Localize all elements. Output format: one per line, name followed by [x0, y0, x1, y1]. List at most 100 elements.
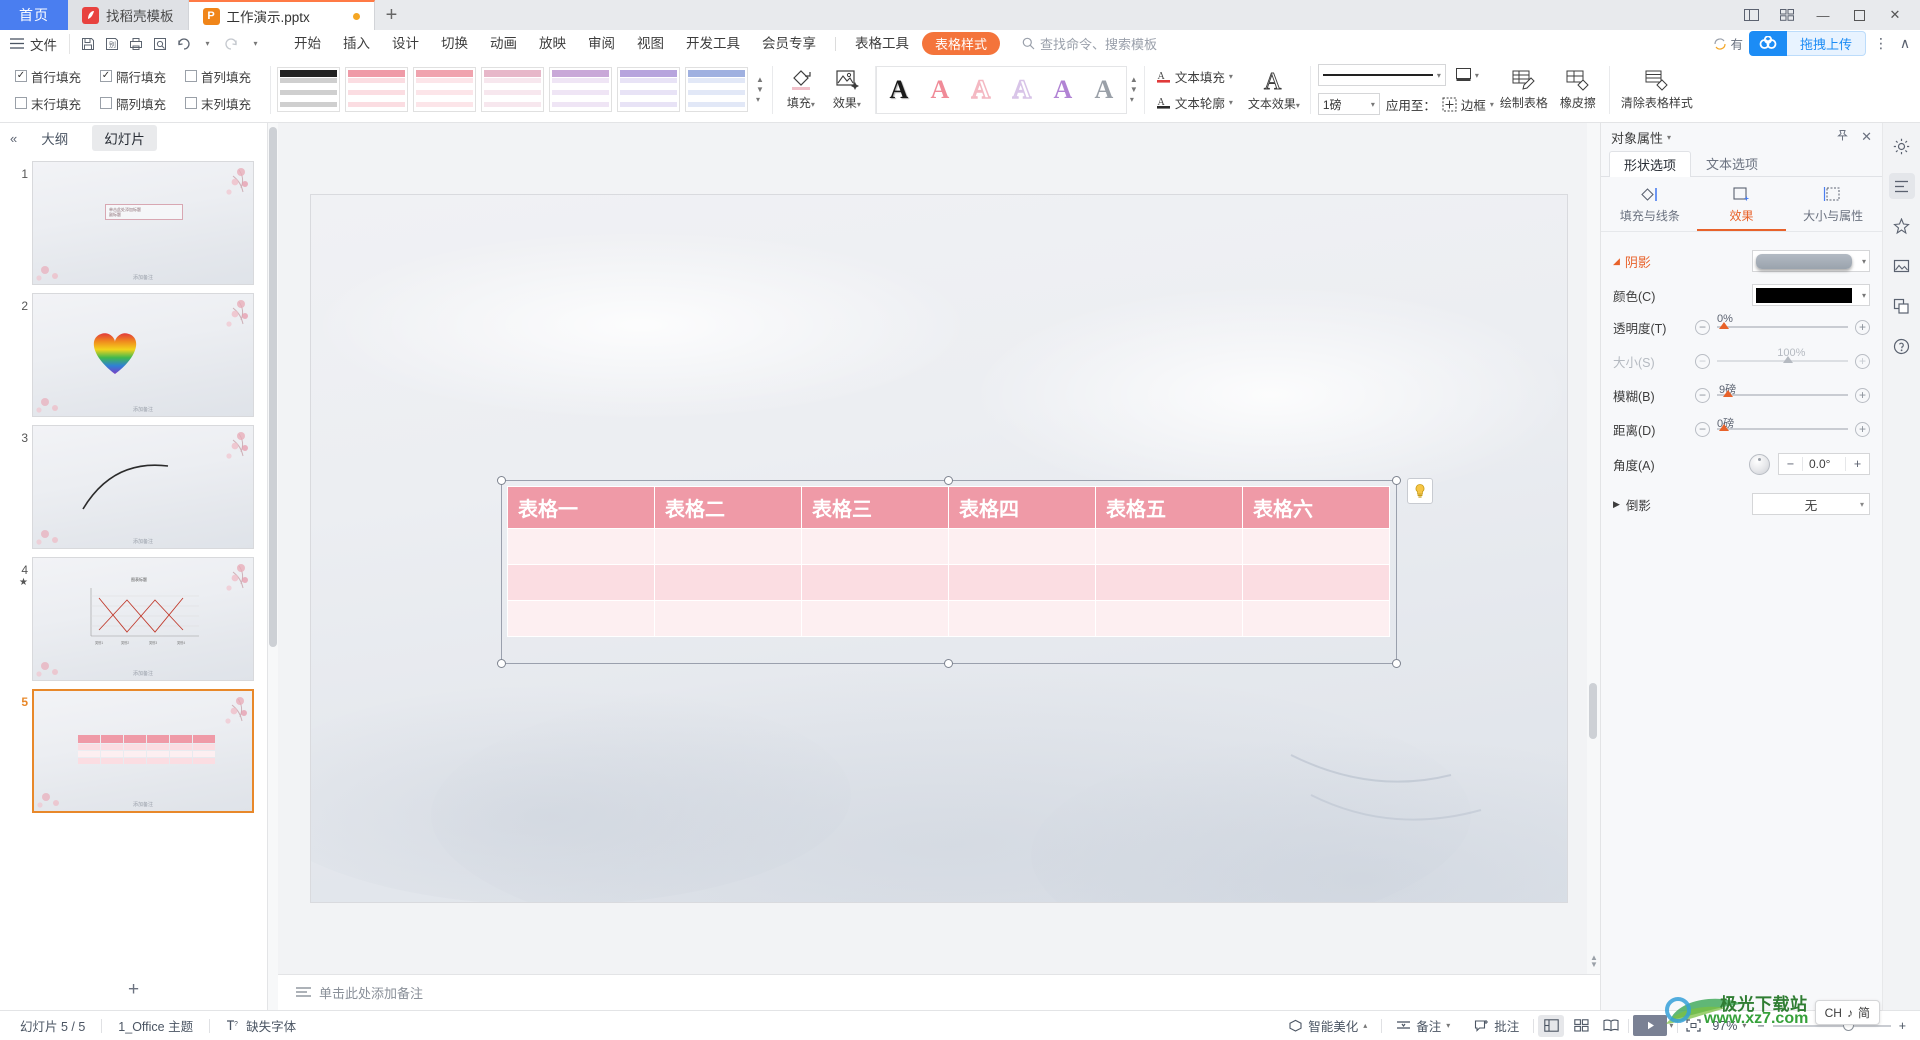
table-header-cell-6[interactable]: 表格六 [1242, 486, 1390, 529]
current-slide[interactable]: 表格一 表格二 表格三 表格四 表格五 表格六 [311, 195, 1567, 902]
table-cell[interactable] [801, 600, 949, 637]
table-header-cell-5[interactable]: 表格五 [1095, 486, 1243, 529]
eraser-button[interactable]: 橡皮擦 [1554, 69, 1602, 111]
drag-upload-button[interactable]: 拖拽上传 [1786, 31, 1866, 56]
shadow-section-title[interactable]: ◢ 阴影 [1613, 252, 1695, 271]
shadow-distance-slider[interactable]: − 0磅 + [1695, 418, 1870, 437]
home-tab[interactable]: 首页 [0, 0, 68, 30]
tab-animation[interactable]: 动画 [479, 30, 528, 57]
slider-track[interactable]: 0磅 [1717, 418, 1848, 431]
tab-developer[interactable]: 开发工具 [675, 30, 751, 57]
save-as-icon[interactable]: 别 [100, 33, 123, 54]
tab-docer-template[interactable]: 找稻壳模板 [68, 0, 189, 30]
missing-font-status[interactable]: ? 缺失字体 [216, 1016, 306, 1035]
table-row[interactable] [507, 600, 1390, 637]
table-cell[interactable] [948, 600, 1096, 637]
notes-button[interactable]: 备注 ▾ [1386, 1016, 1460, 1035]
table-row[interactable] [507, 564, 1390, 601]
checkbox-last-column-fill[interactable]: 末列填充 [185, 94, 263, 113]
checkbox-first-column-fill[interactable]: 首列填充 [185, 67, 263, 86]
slider-thumb[interactable] [1719, 424, 1729, 431]
smart-beautify-button[interactable]: 智能美化 ▴ [1278, 1016, 1377, 1035]
table-header-row[interactable]: 表格一 表格二 表格三 表格四 表格五 表格六 [507, 486, 1390, 529]
wordart-style-3[interactable]: A [961, 70, 1001, 110]
angle-decrease-button[interactable]: − [1779, 457, 1803, 471]
notes-pane[interactable]: 单击此处添加备注 [278, 974, 1600, 1010]
theme-name[interactable]: 1_Office 主题 [108, 1016, 203, 1035]
table-style-5[interactable] [549, 67, 612, 112]
table-style-2[interactable] [345, 67, 408, 112]
increase-icon[interactable]: + [1855, 421, 1870, 437]
zoom-level[interactable]: 97% ▾ [1709, 1019, 1749, 1033]
table-cell[interactable] [507, 564, 655, 601]
table-cell[interactable] [1095, 528, 1243, 565]
section-effects[interactable]: 效果 [1696, 185, 1787, 231]
slide-thumbnail-2[interactable]: 2 添加备注 [0, 289, 267, 421]
play-icon[interactable] [1633, 1015, 1668, 1036]
slide-thumbnail-image[interactable]: 添加备注 [32, 293, 254, 417]
table-header-cell-2[interactable]: 表格二 [654, 486, 802, 529]
undo-icon[interactable] [172, 33, 195, 54]
undo-dropdown-icon[interactable]: ▾ [196, 33, 219, 54]
checkbox-first-row-fill[interactable]: ✓ 首行填充 [15, 67, 93, 86]
print-icon[interactable] [124, 33, 147, 54]
tab-insert[interactable]: 插入 [332, 30, 381, 57]
table-header-cell-3[interactable]: 表格三 [801, 486, 949, 529]
wordart-style-6[interactable]: A [1084, 70, 1124, 110]
slide-list[interactable]: 1 单击此处添加标题 副标题 添加备注 2 添加备注 3 添加备注 4 ★ 图表标题 类别1 类别2 类别… [0, 153, 267, 970]
angle-knob[interactable] [1749, 453, 1770, 475]
slide-thumbnail-image[interactable]: 单击此处添加标题 副标题 添加备注 [32, 161, 254, 285]
animation-rail-icon[interactable] [1889, 213, 1915, 239]
tab-table-style[interactable]: 表格样式 [922, 32, 1001, 55]
slide-thumbnail-image[interactable]: 添加备注 [32, 425, 254, 549]
border-dropdown[interactable]: 边框 ▾ [1442, 95, 1494, 114]
table-style-1[interactable] [277, 67, 340, 112]
new-tab-button[interactable]: + [375, 0, 409, 30]
tab-design[interactable]: 设计 [381, 30, 430, 57]
tab-table-tools[interactable]: 表格工具 [844, 30, 920, 57]
wordart-style-4[interactable]: A [1002, 70, 1042, 110]
table-cell[interactable] [1242, 600, 1390, 637]
gallery-more-icon[interactable]: ▾ [756, 96, 764, 104]
print-preview-icon[interactable] [148, 33, 171, 54]
slide-thumbnail-4[interactable]: 4 ★ 图表标题 类别1 类别2 类别3 类别4 添加备注 [0, 553, 267, 685]
text-outline-button[interactable]: A 文本轮廓 ▾ [1156, 93, 1233, 112]
file-menu[interactable]: 文件 [28, 34, 65, 54]
minimize-button[interactable]: — [1806, 1, 1840, 29]
slider-thumb[interactable] [1723, 390, 1733, 397]
tab-slides[interactable]: 幻灯片 [92, 125, 157, 151]
checkbox-banded-rows[interactable]: ✓ 隔行填充 [100, 67, 178, 86]
shading-button[interactable]: ▾ [1452, 67, 1482, 83]
pin-icon[interactable] [1836, 129, 1849, 145]
wordart-style-5[interactable]: A [1043, 70, 1083, 110]
wordart-scroll-up-icon[interactable]: ▲ [1130, 76, 1138, 84]
layers-rail-icon[interactable] [1889, 293, 1915, 319]
slider-track[interactable]: 9磅 [1717, 384, 1848, 397]
table-cell[interactable] [507, 528, 655, 565]
tab-shape-options[interactable]: 形状选项 [1609, 151, 1692, 177]
angle-spinner[interactable]: − 0.0° + [1778, 453, 1870, 475]
add-slide-button[interactable]: + [0, 970, 267, 1010]
settings-rail-icon[interactable] [1889, 133, 1915, 159]
wordart-more-icon[interactable]: ▾ [1130, 96, 1138, 104]
table-cell[interactable] [801, 564, 949, 601]
zoom-out-button[interactable]: − [1753, 1019, 1768, 1033]
share-status[interactable]: 有 [1713, 34, 1743, 53]
angle-value[interactable]: 0.0° [1803, 457, 1845, 471]
table-cell[interactable] [1242, 564, 1390, 601]
table-cell[interactable] [948, 528, 1096, 565]
tab-review[interactable]: 审阅 [577, 30, 626, 57]
table-style-7[interactable] [685, 67, 748, 112]
gallery-scroll-down-icon[interactable]: ▼ [756, 86, 764, 94]
shadow-color-dropdown[interactable]: ▾ [1752, 284, 1870, 306]
tab-transition[interactable]: 切换 [430, 30, 479, 57]
customize-icon[interactable]: ▾ [244, 33, 267, 54]
increase-icon[interactable]: + [1855, 387, 1870, 403]
draw-table-button[interactable]: 绘制表格 [1500, 69, 1548, 111]
menu-icon[interactable] [6, 38, 28, 49]
reading-view-icon[interactable] [1598, 1015, 1624, 1037]
wordart-scroll-down-icon[interactable]: ▼ [1130, 86, 1138, 94]
text-fill-button[interactable]: A 文本填充 ▾ [1156, 67, 1233, 86]
tab-outline[interactable]: 大纲 [29, 125, 80, 151]
table-cell[interactable] [1095, 600, 1243, 637]
